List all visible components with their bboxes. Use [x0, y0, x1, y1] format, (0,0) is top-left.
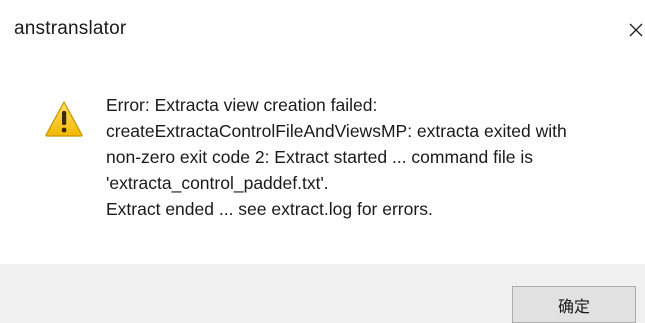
- message-line: Error: Extracta view creation failed:: [106, 95, 378, 115]
- button-bar: 确定: [0, 264, 645, 323]
- error-message: Error: Extracta view creation failed: cr…: [106, 92, 626, 222]
- warning-icon: [45, 101, 83, 137]
- message-dialog: anstranslator Error: Extracta view creat…: [0, 0, 645, 323]
- title-bar: anstranslator: [0, 0, 645, 62]
- message-line: createExtractaControlFileAndViewsMP: ext…: [106, 121, 567, 141]
- ok-button[interactable]: 确定: [512, 286, 636, 323]
- dialog-content: Error: Extracta view creation failed: cr…: [0, 62, 645, 264]
- message-line: 'extracta_control_paddef.txt'.: [106, 173, 329, 193]
- window-title: anstranslator: [14, 18, 127, 39]
- close-icon: [629, 23, 643, 37]
- message-line: Extract ended ... see extract.log for er…: [106, 199, 433, 219]
- message-line: non-zero exit code 2: Extract started ..…: [106, 147, 533, 167]
- close-button[interactable]: [619, 10, 645, 50]
